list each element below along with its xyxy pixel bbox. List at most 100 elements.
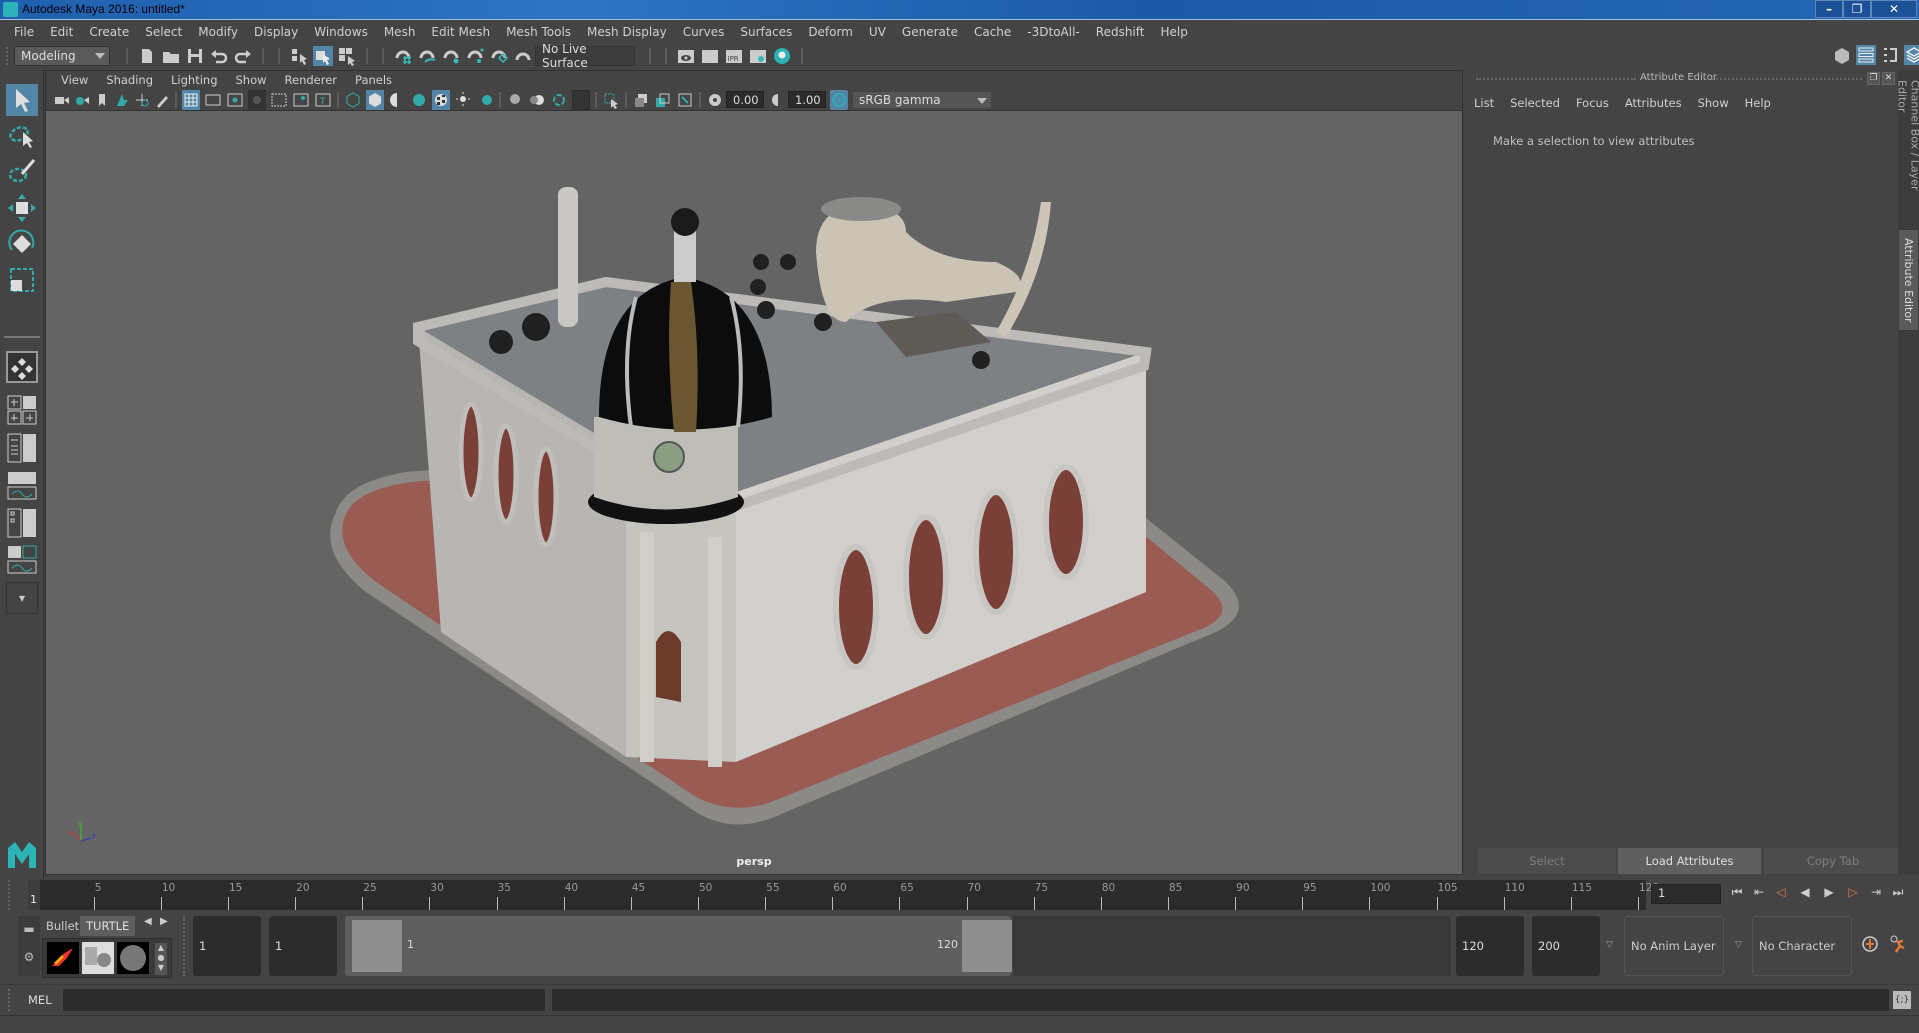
- menu-edit-mesh[interactable]: Edit Mesh: [423, 25, 498, 39]
- ae-menu-list[interactable]: List: [1466, 96, 1502, 110]
- shaded-sphere-icon[interactable]: [117, 942, 149, 974]
- render-view-icon[interactable]: [676, 46, 696, 66]
- auto-key-icon[interactable]: [1860, 934, 1880, 954]
- ae-menu-focus[interactable]: Focus: [1568, 96, 1617, 110]
- modeling-toolkit-icon[interactable]: [1832, 45, 1852, 65]
- time-slider[interactable]: 1 5 10 15 20 25 30 35 40 45 50 55 60 65 70 75 80 85 90 95 1…: [28, 880, 1659, 910]
- menu-generate[interactable]: Generate: [894, 25, 966, 39]
- particle-fire-icon[interactable]: [47, 942, 79, 974]
- open-scene-icon[interactable]: [161, 46, 181, 66]
- new-scene-icon[interactable]: [137, 46, 157, 66]
- script-editor-icon[interactable]: {;}: [1893, 991, 1911, 1009]
- menu-edit[interactable]: Edit: [42, 25, 81, 39]
- tool-settings-toggle-icon[interactable]: [1880, 45, 1900, 65]
- viewport-menu-shading[interactable]: Shading: [97, 73, 162, 87]
- safe-action-icon[interactable]: [292, 90, 310, 110]
- timeline-grip[interactable]: [8, 880, 12, 910]
- ipr-render-icon[interactable]: IPR: [724, 46, 744, 66]
- safe-title-icon[interactable]: T: [314, 90, 332, 110]
- grid-toggle-icon[interactable]: [182, 89, 200, 110]
- gamma-field[interactable]: 1.00: [788, 91, 826, 108]
- menu-uv[interactable]: UV: [861, 25, 894, 39]
- persp-graph-layout[interactable]: [6, 470, 38, 502]
- wireframe-on-shaded-icon[interactable]: [410, 90, 428, 110]
- menu-mesh-tools[interactable]: Mesh Tools: [498, 25, 579, 39]
- float-panel-icon[interactable]: ❐: [1867, 72, 1880, 85]
- play-forwards-icon[interactable]: ▶: [1819, 885, 1839, 903]
- attribute-editor-tab[interactable]: Attribute Editor: [1899, 230, 1918, 330]
- shelf-tab-prev-icon[interactable]: ◀: [144, 916, 152, 927]
- menu-deform[interactable]: Deform: [800, 25, 861, 39]
- render-settings-icon[interactable]: [748, 46, 768, 66]
- step-forward-frame-icon[interactable]: ▷: [1843, 885, 1863, 903]
- step-forward-key-icon[interactable]: ⇥: [1866, 885, 1886, 903]
- panel-grip[interactable]: [1476, 78, 1636, 80]
- snap-to-point-icon[interactable]: [441, 46, 461, 66]
- exposure-icon[interactable]: [706, 90, 724, 110]
- select-by-hierarchy-icon[interactable]: [289, 46, 309, 66]
- restore-button[interactable]: ❐: [1843, 0, 1871, 18]
- grease-pencil-icon[interactable]: [154, 90, 170, 110]
- hypershade-layout[interactable]: [6, 507, 38, 539]
- anim-layer-field[interactable]: No Anim Layer: [1624, 916, 1724, 976]
- undo-icon[interactable]: [209, 46, 229, 66]
- redo-icon[interactable]: [233, 46, 253, 66]
- xray-active-components-icon[interactable]: [654, 90, 672, 110]
- exposure-field[interactable]: 0.00: [726, 91, 764, 108]
- shelf-tab-bullet[interactable]: Bullet: [40, 916, 85, 936]
- viewport-menu-panels[interactable]: Panels: [346, 73, 401, 87]
- viewport-menu-show[interactable]: Show: [227, 73, 276, 87]
- select-by-component-icon[interactable]: [337, 46, 357, 66]
- ae-menu-attributes[interactable]: Attributes: [1617, 96, 1690, 110]
- ae-menu-show[interactable]: Show: [1690, 96, 1737, 110]
- single-perspective-view-layout[interactable]: [6, 351, 38, 383]
- resolution-gate-icon[interactable]: [226, 90, 244, 110]
- panel-grip[interactable]: [1712, 78, 1862, 80]
- multisample-aa-icon[interactable]: [550, 90, 568, 110]
- animation-end-field[interactable]: 200: [1532, 916, 1600, 976]
- toolbar-grip[interactable]: [6, 47, 10, 65]
- snap-to-projected-center-icon[interactable]: [513, 46, 533, 66]
- menu-redshift[interactable]: Redshift: [1088, 25, 1153, 39]
- use-default-material-icon[interactable]: [388, 90, 406, 110]
- select-button[interactable]: Select: [1478, 848, 1616, 874]
- go-to-end-icon[interactable]: ⏭: [1888, 885, 1908, 903]
- scene-building-model[interactable]: [46, 112, 1464, 832]
- anim-layer-dropdown-icon[interactable]: ▽: [1606, 940, 1613, 950]
- command-input[interactable]: [63, 989, 545, 1011]
- render-primitives-icon[interactable]: [82, 942, 114, 974]
- textured-icon[interactable]: [432, 89, 450, 110]
- color-management-toggle[interactable]: ON: [830, 89, 848, 110]
- menu-modify[interactable]: Modify: [190, 25, 246, 39]
- viewport-menu-view[interactable]: View: [52, 73, 97, 87]
- go-to-start-icon[interactable]: ⏮: [1727, 885, 1747, 903]
- xray-joints-icon[interactable]: [676, 90, 694, 110]
- image-plane-icon[interactable]: [114, 90, 130, 110]
- range-end-handle[interactable]: [962, 920, 1012, 972]
- range-start-handle[interactable]: [352, 920, 402, 972]
- script-language-toggle[interactable]: MEL: [28, 993, 52, 1007]
- render-current-frame-icon[interactable]: [700, 46, 720, 66]
- menu-mesh[interactable]: Mesh: [376, 25, 424, 39]
- menu-mesh-display[interactable]: Mesh Display: [579, 25, 675, 39]
- make-live-icon[interactable]: [489, 46, 509, 66]
- close-panel-icon[interactable]: ✕: [1882, 72, 1895, 85]
- channel-box-tab[interactable]: Channel Box / Layer Editor: [1896, 80, 1919, 225]
- animation-preferences-icon[interactable]: [1888, 934, 1908, 954]
- persp-outliner-layout[interactable]: [6, 432, 38, 464]
- persp-graph-outliner-layout[interactable]: [6, 544, 38, 576]
- move-tool[interactable]: [6, 192, 38, 224]
- smooth-shade-all-icon[interactable]: [366, 89, 384, 110]
- channel-box-toggle-icon[interactable]: [1856, 45, 1876, 65]
- select-camera-icon[interactable]: [54, 90, 70, 110]
- film-gate-icon[interactable]: [204, 90, 222, 110]
- use-all-lights-icon[interactable]: [454, 90, 472, 110]
- menu-cache[interactable]: Cache: [966, 25, 1019, 39]
- shelf-menu-icon[interactable]: ▬: [18, 922, 40, 936]
- snap-to-view-plane-icon[interactable]: [465, 46, 485, 66]
- menu-surfaces[interactable]: Surfaces: [732, 25, 800, 39]
- field-chart-icon[interactable]: [270, 90, 288, 110]
- shelf-settings-icon[interactable]: ⚙: [18, 950, 40, 964]
- gamma-icon[interactable]: [770, 90, 786, 110]
- step-back-frame-icon[interactable]: ◁: [1771, 885, 1791, 903]
